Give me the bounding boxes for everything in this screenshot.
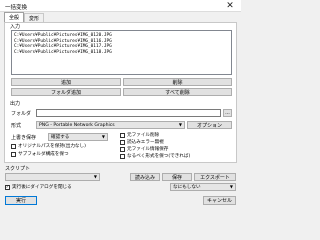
add-button[interactable]: 追加 <box>11 78 121 86</box>
script-section-label: スクリプト <box>5 166 31 172</box>
output-folder-input[interactable] <box>36 109 221 117</box>
options-button[interactable]: オプション <box>187 121 232 129</box>
tab-bar: 全般 変形 <box>4 12 45 22</box>
tab-general[interactable]: 全般 <box>4 12 25 22</box>
input-section-label: 入力 <box>10 24 21 30</box>
cancel-button[interactable]: キャンセル <box>203 196 236 205</box>
close-icon: ✕ <box>226 1 234 11</box>
chevron-down-icon: ▼ <box>229 184 233 189</box>
keep-file-info-label: 元ファイル情報保存 <box>127 147 169 152</box>
chevron-down-icon: ▼ <box>101 134 105 139</box>
tab-transform[interactable]: 変形 <box>24 13 45 22</box>
checkmark-icon: ✓ <box>5 184 10 189</box>
run-button[interactable]: 実行 <box>5 196 37 205</box>
checkbox-box[interactable] <box>120 132 125 138</box>
chevron-down-icon: ▼ <box>93 174 97 179</box>
add-folder-button[interactable]: フォルダ追加 <box>11 88 121 96</box>
keep-subfolders-checkbox[interactable]: サブフォルダ構成を保つ <box>11 151 69 157</box>
after-action-select-value: なにもしない <box>173 185 201 190</box>
checkbox-box[interactable] <box>11 143 16 149</box>
keep-format-label: なるべく形式を保つ(できれば) <box>127 154 191 159</box>
list-item[interactable]: C:¥Users¥Public¥Pictures¥IMG_0118.JPG <box>14 50 229 56</box>
keep-subfolders-label: サブフォルダ構成を保つ <box>18 152 69 157</box>
script-select[interactable]: ▼ <box>5 173 100 181</box>
save-script-button[interactable]: 保存 <box>162 173 192 181</box>
format-label: 形式 <box>11 123 22 129</box>
ignore-read-errors-label: 読込みエラー無視 <box>127 140 164 145</box>
delete-button[interactable]: 削除 <box>123 78 232 86</box>
checkbox-box[interactable] <box>11 151 16 157</box>
checkbox-box[interactable] <box>120 146 125 152</box>
ignore-read-errors-checkbox[interactable]: 読込みエラー無視 <box>120 139 164 145</box>
after-action-select[interactable]: なにもしない ▼ <box>170 183 236 191</box>
checkbox-box[interactable] <box>120 139 125 145</box>
chevron-down-icon: ▼ <box>178 122 182 127</box>
original-path-checkbox[interactable]: オリジナルパスを保持(出力なし) <box>11 143 86 149</box>
browse-folder-button[interactable]: ... <box>223 109 232 117</box>
keep-format-checkbox[interactable]: なるべく形式を保つ(できれば) <box>120 153 190 159</box>
delete-all-button[interactable]: すべて削除 <box>123 88 232 96</box>
overwrite-select-value: 確認する <box>51 135 70 140</box>
file-list[interactable]: C:¥Users¥Public¥Pictures¥IMG_0120.JPG C:… <box>11 30 232 75</box>
export-script-button[interactable]: エクスポート <box>194 173 236 181</box>
keep-file-info-checkbox[interactable]: 元ファイル情報保存 <box>120 146 168 152</box>
format-select-value: PNG - Portable Network Graphics <box>39 122 115 128</box>
close-after-run-checkbox[interactable]: ✓ 実行後にダイアログを閉じる <box>5 184 72 190</box>
overwrite-select[interactable]: 確認する ▼ <box>48 133 108 141</box>
format-select[interactable]: PNG - Portable Network Graphics ▼ <box>36 121 185 129</box>
close-after-run-label: 実行後にダイアログを閉じる <box>12 185 72 190</box>
output-section-label: 出力 <box>10 101 21 107</box>
folder-label: フォルダ <box>11 111 32 117</box>
delete-original-checkbox[interactable]: 元ファイル削除 <box>120 132 159 138</box>
overwrite-label: 上書き保存 <box>11 135 37 141</box>
title-bar: 一括変換 <box>0 0 241 12</box>
original-path-label: オリジナルパスを保持(出力なし) <box>18 144 86 149</box>
delete-original-label: 元ファイル削除 <box>127 133 160 138</box>
load-script-button[interactable]: 読み込み <box>130 173 160 181</box>
checkbox-box[interactable] <box>120 153 125 159</box>
window-title: 一括変換 <box>5 5 28 11</box>
checkbox-box[interactable]: ✓ <box>5 184 10 190</box>
close-button[interactable]: ✕ <box>219 0 241 12</box>
